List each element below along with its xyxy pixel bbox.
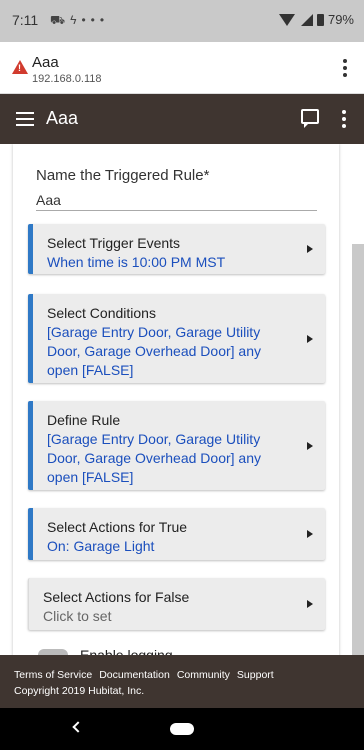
card-title: Select Conditions	[47, 305, 156, 321]
browser-url[interactable]: 192.168.0.118	[32, 73, 102, 85]
card-title: Select Actions for True	[47, 519, 188, 535]
logging-toggle-label: Enable logging	[80, 647, 173, 655]
signal-icon	[300, 13, 313, 26]
trigger-events-button[interactable]: Select Trigger Events When time is 10:00…	[28, 224, 325, 274]
card-title: Define Rule	[47, 412, 121, 428]
card-title: Select Trigger Events	[47, 235, 181, 251]
footer-link-community[interactable]: Community	[177, 669, 230, 681]
battery-percent: 79%	[327, 12, 354, 27]
rule-name-label: Name the Triggered Rule*	[36, 167, 210, 184]
home-pill-icon[interactable]	[170, 723, 194, 735]
browser-menu-icon[interactable]	[343, 59, 347, 80]
app-menu-icon[interactable]	[342, 110, 346, 131]
car-icon: ⛟	[50, 13, 71, 27]
card-value: When time is 10:00 PM MST	[47, 254, 226, 270]
card-value: On: Garage Light	[47, 538, 155, 554]
hamburger-menu-icon[interactable]	[16, 112, 34, 130]
warning-icon[interactable]: !	[12, 60, 28, 74]
bolt-icon: ϟ	[70, 13, 82, 27]
page-title: Aaa	[46, 108, 79, 128]
app-header: Aaa	[0, 94, 364, 144]
battery-icon	[316, 13, 324, 26]
chevron-right-icon	[307, 441, 313, 450]
rule-name-input[interactable]	[36, 189, 317, 211]
footer-link-documentation[interactable]: Documentation	[99, 669, 170, 681]
card-title: Select Actions for False	[43, 589, 190, 605]
site-footer: Terms of Service Documentation Community…	[0, 655, 364, 708]
more-dots-icon: •••	[81, 13, 110, 27]
footer-link-support[interactable]: Support	[237, 669, 274, 681]
browser-url-bar[interactable]: ! Aaa 192.168.0.118	[0, 42, 364, 94]
system-nav-bar	[0, 708, 364, 750]
footer-links: Terms of Service Documentation Community…	[14, 669, 274, 681]
notification-icons: ⛟ϟ•••	[50, 13, 109, 29]
scrollbar[interactable]	[352, 244, 364, 655]
footer-link-terms[interactable]: Terms of Service	[14, 669, 92, 681]
wifi-icon	[278, 13, 295, 26]
main-content[interactable]: Name the Triggered Rule* Select Trigger …	[0, 144, 364, 655]
browser-page-title: Aaa	[32, 54, 59, 71]
conditions-button[interactable]: Select Conditions [Garage Entry Door, Ga…	[28, 294, 325, 383]
actions-false-button[interactable]: Select Actions for False Click to set	[28, 578, 325, 630]
card-value: [Garage Entry Door, Garage Utility Door,…	[47, 431, 262, 485]
status-right: 79%	[278, 12, 354, 27]
chevron-right-icon	[307, 245, 313, 253]
status-bar: 7:11 ⛟ϟ••• 79%	[0, 0, 364, 42]
chevron-right-icon	[307, 600, 313, 608]
actions-true-button[interactable]: Select Actions for True On: Garage Light	[28, 508, 325, 560]
chevron-right-icon	[307, 530, 313, 538]
chat-icon[interactable]	[301, 109, 319, 128]
status-time: 7:11	[12, 12, 39, 28]
card-value: Click to set	[43, 608, 112, 624]
back-icon[interactable]	[72, 721, 84, 733]
copyright-text: Copyright 2019 Hubitat, Inc.	[14, 685, 145, 697]
define-rule-button[interactable]: Define Rule [Garage Entry Door, Garage U…	[28, 401, 325, 490]
chevron-right-icon	[307, 334, 313, 343]
card-value: [Garage Entry Door, Garage Utility Door,…	[47, 324, 262, 378]
